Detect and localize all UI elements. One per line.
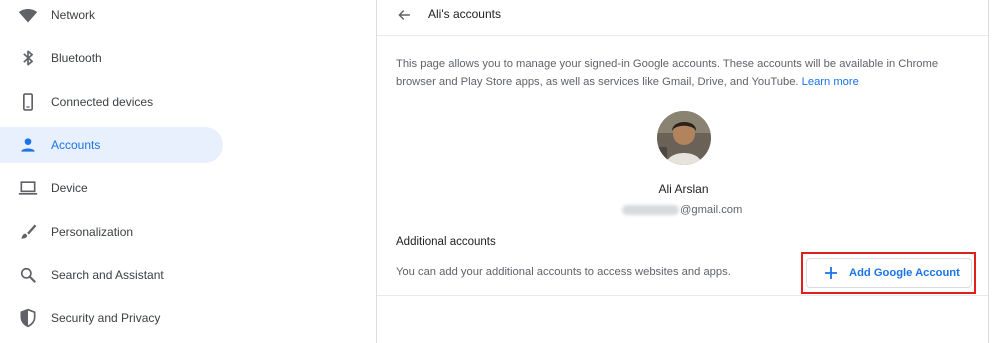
- additional-accounts-text: You can add your additional accounts to …: [396, 266, 731, 278]
- back-button[interactable]: [393, 4, 415, 26]
- add-google-account-label: Add Google Account: [849, 267, 960, 279]
- sidebar-item-label: Device: [51, 181, 88, 195]
- sidebar-item-label: Personalization: [51, 225, 134, 239]
- learn-more-link[interactable]: Learn more: [802, 76, 859, 88]
- sidebar-item-security-and-privacy[interactable]: Security and Privacy: [0, 300, 223, 336]
- sidebar-item-network[interactable]: Network: [0, 0, 223, 33]
- avatar: [657, 111, 711, 165]
- account-email-domain: @gmail.com: [680, 204, 743, 216]
- sidebar-item-label: Bluetooth: [51, 51, 102, 65]
- laptop-icon: [18, 178, 38, 198]
- additional-accounts-heading: Additional accounts: [396, 236, 496, 248]
- settings-sidebar: Network Bluetooth Connected devices Acco…: [0, 0, 240, 343]
- page-title: Ali's accounts: [428, 7, 501, 21]
- account-email: @gmail.com: [622, 204, 742, 216]
- divider: [377, 295, 988, 296]
- redacted-email-prefix: [622, 205, 679, 215]
- description-text: This page allows you to manage your sign…: [396, 55, 971, 91]
- sidebar-item-bluetooth[interactable]: Bluetooth: [0, 40, 223, 76]
- sidebar-item-accounts[interactable]: Accounts: [0, 127, 223, 163]
- sidebar-item-label: Security and Privacy: [51, 311, 161, 325]
- settings-window: Network Bluetooth Connected devices Acco…: [0, 0, 994, 343]
- shield-icon: [18, 308, 38, 328]
- sidebar-item-label: Connected devices: [51, 95, 154, 109]
- account-name: Ali Arslan: [658, 182, 709, 196]
- sidebar-item-label: Accounts: [51, 138, 101, 152]
- sidebar-item-search-and-assistant[interactable]: Search and Assistant: [0, 257, 223, 293]
- sidebar-item-label: Search and Assistant: [51, 268, 164, 282]
- brush-icon: [18, 222, 38, 242]
- sidebar-item-personalization[interactable]: Personalization: [0, 214, 223, 250]
- phone-icon: [18, 92, 38, 112]
- search-icon: [18, 265, 38, 285]
- back-arrow-icon: [398, 10, 411, 20]
- sidebar-item-label: Network: [51, 8, 96, 22]
- bluetooth-icon: [18, 48, 38, 68]
- sidebar-item-device[interactable]: Device: [0, 170, 223, 206]
- person-icon: [18, 135, 38, 155]
- divider: [377, 35, 988, 36]
- sidebar-item-connected-devices[interactable]: Connected devices: [0, 84, 223, 120]
- add-google-account-button[interactable]: Add Google Account: [806, 258, 972, 288]
- plus-icon: [825, 267, 837, 279]
- wifi-icon: [18, 5, 38, 25]
- accounts-panel: Ali's accounts This page allows you to m…: [376, 0, 989, 343]
